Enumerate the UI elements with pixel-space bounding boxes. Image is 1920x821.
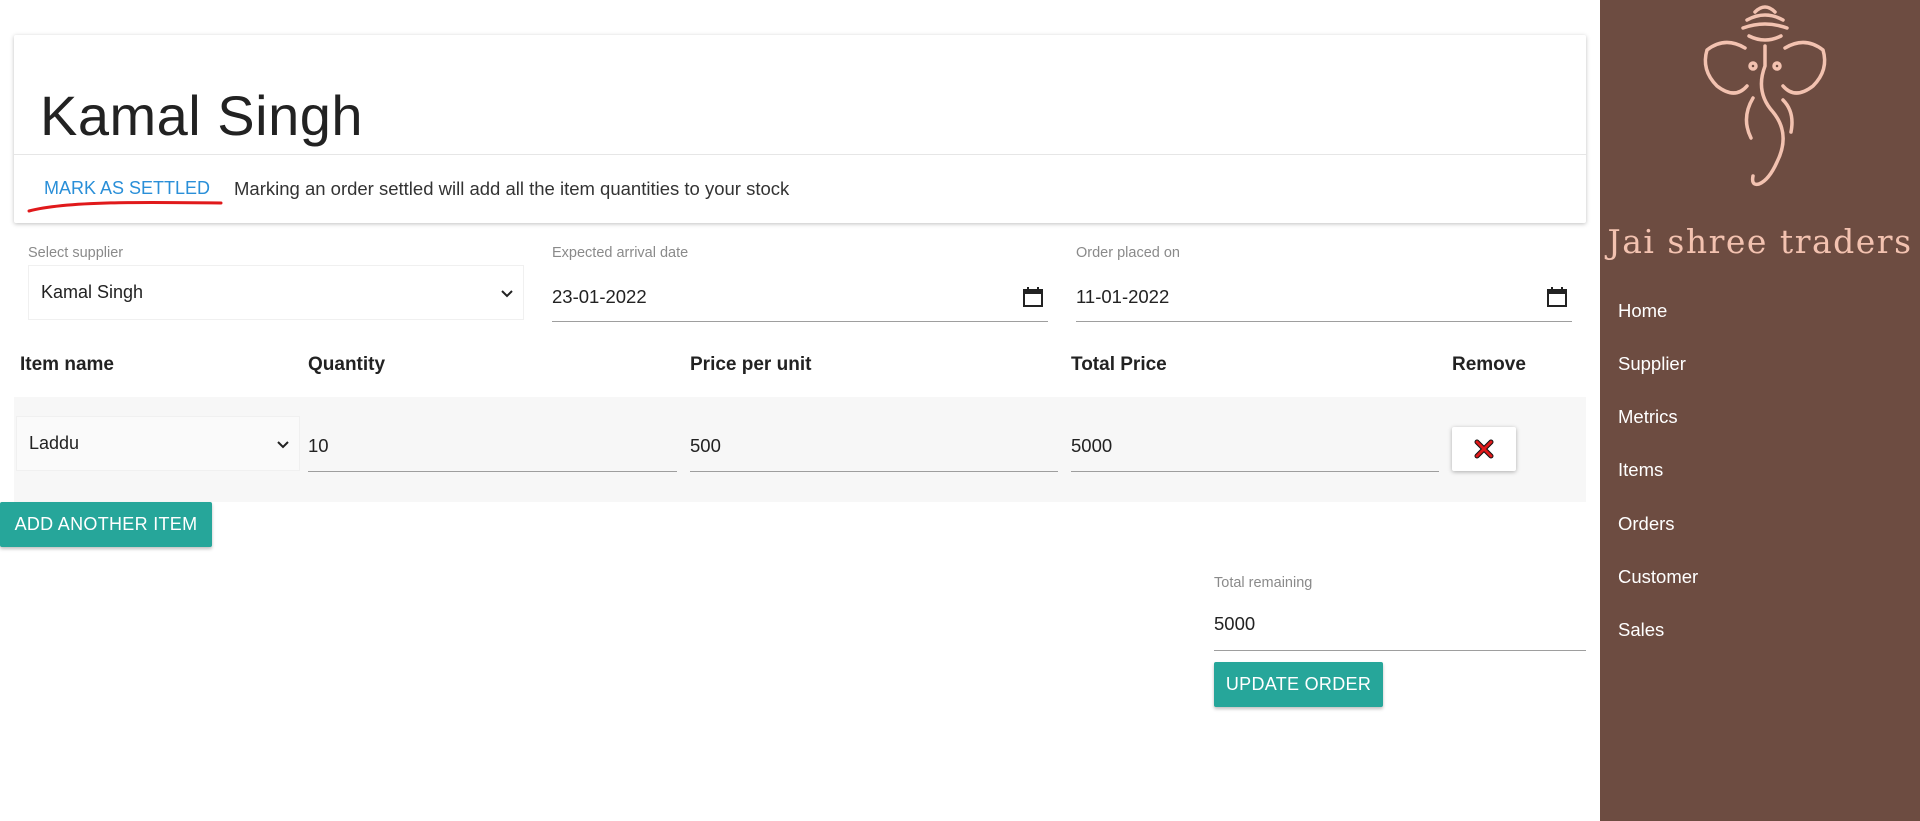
calendar-icon[interactable] — [1546, 286, 1568, 308]
quantity-value: 10 — [308, 434, 329, 456]
placed-date-value: 11-01-2022 — [1076, 285, 1170, 307]
header-divider — [14, 154, 1586, 155]
nav-item-orders[interactable]: Orders — [1618, 513, 1675, 535]
chevron-down-icon — [501, 289, 513, 297]
calendar-icon[interactable] — [1022, 286, 1044, 308]
brand-name: Jai shree traders — [1607, 222, 1913, 261]
total-price-value: 5000 — [1071, 434, 1113, 456]
item-name-value: Laddu — [29, 433, 80, 453]
supplier-value: Kamal Singh — [41, 282, 144, 302]
main-content: Kamal Singh MARK AS SETTLED Marking an o… — [0, 0, 1600, 821]
column-header-item-name: Item name — [20, 354, 114, 375]
total-remaining-input[interactable]: 5000 — [1214, 598, 1586, 651]
column-header-total-price: Total Price — [1071, 354, 1167, 375]
total-price-input[interactable]: 5000 — [1071, 420, 1439, 472]
nav-item-metrics[interactable]: Metrics — [1618, 406, 1678, 428]
settle-description: Marking an order settled will add all th… — [234, 178, 790, 199]
supplier-select[interactable]: Kamal Singh — [28, 265, 524, 320]
nav-item-supplier[interactable]: Supplier — [1618, 353, 1686, 375]
red-underline-annotation — [27, 200, 223, 213]
total-remaining-label: Total remaining — [1214, 575, 1313, 591]
price-per-unit-value: 500 — [690, 434, 721, 456]
column-header-remove: Remove — [1452, 354, 1526, 375]
item-name-select[interactable]: Laddu — [16, 416, 300, 471]
chevron-down-icon — [277, 440, 289, 448]
nav-item-home[interactable]: Home — [1618, 300, 1667, 322]
nav-item-sales[interactable]: Sales — [1618, 619, 1664, 641]
nav-item-customer[interactable]: Customer — [1618, 566, 1698, 588]
placed-date-input[interactable]: 11-01-2022 — [1076, 272, 1572, 322]
add-another-item-button[interactable]: ADD ANOTHER ITEM — [0, 502, 212, 547]
supplier-label: Select supplier — [28, 245, 124, 261]
sidebar: Jai shree traders Home Supplier Metrics … — [1600, 0, 1920, 821]
column-header-price-per-unit: Price per unit — [690, 354, 812, 375]
total-remaining-value: 5000 — [1214, 613, 1256, 634]
arrival-date-value: 23-01-2022 — [552, 285, 647, 307]
arrival-date-input[interactable]: 23-01-2022 — [552, 272, 1048, 322]
order-header-card: Kamal Singh MARK AS SETTLED Marking an o… — [14, 35, 1586, 223]
remove-item-button[interactable] — [1452, 427, 1516, 471]
update-order-button[interactable]: UPDATE ORDER — [1214, 662, 1383, 707]
price-per-unit-input[interactable]: 500 — [690, 420, 1058, 472]
arrival-label: Expected arrival date — [552, 245, 689, 261]
page-title: Kamal Singh — [40, 84, 364, 147]
close-x-icon — [1474, 439, 1494, 459]
quantity-input[interactable]: 10 — [308, 420, 677, 472]
placed-label: Order placed on — [1076, 245, 1180, 261]
nav-item-items[interactable]: Items — [1618, 459, 1663, 481]
column-header-quantity: Quantity — [308, 354, 386, 375]
ganesha-logo-icon — [1703, 5, 1827, 187]
